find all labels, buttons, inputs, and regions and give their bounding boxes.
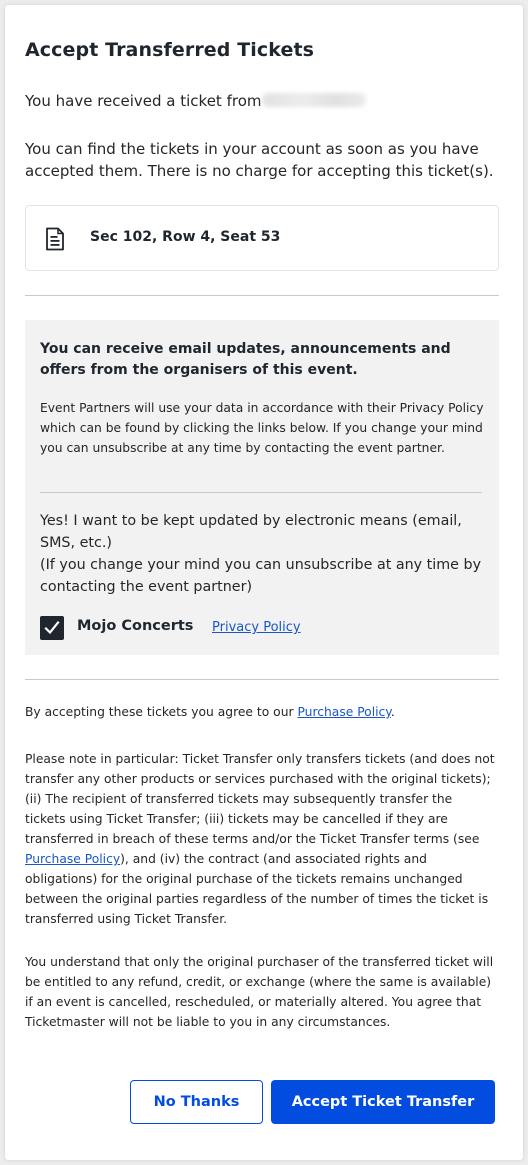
modal-title: Accept Transferred Tickets xyxy=(25,39,315,61)
purchase-policy-link[interactable]: Purchase Policy xyxy=(25,852,120,866)
received-text: You have received a ticket from xyxy=(25,92,262,110)
divider xyxy=(25,295,499,296)
ticket-card: Sec 102, Row 4, Seat 53 xyxy=(25,205,499,271)
opt-in-heading: You can receive email updates, announcem… xyxy=(40,341,451,378)
agreement-text: By accepting these tickets you agree to … xyxy=(25,705,395,719)
received-line: You have received a ticket from xyxy=(25,92,366,110)
agreement-suffix: . xyxy=(390,705,395,719)
liability-text: You understand that only the original pu… xyxy=(25,955,494,1029)
note-text: Please note in particular: Ticket Transf… xyxy=(25,752,495,846)
opt-in-description: Event Partners will use your data in acc… xyxy=(40,401,484,455)
organiser-privacy-link[interactable]: Privacy Policy xyxy=(212,620,301,635)
seat-info: Sec 102, Row 4, Seat 53 xyxy=(90,229,281,245)
organiser-name: Mojo Concerts xyxy=(77,618,194,634)
divider xyxy=(25,679,499,680)
purchase-policy-link[interactable]: Purchase Policy xyxy=(297,705,390,719)
consent-text: Yes! I want to be kept updated by electr… xyxy=(40,510,485,598)
divider xyxy=(40,492,482,493)
redacted-sender-name xyxy=(261,93,366,107)
consent-line: Yes! I want to be kept updated by electr… xyxy=(40,513,462,551)
document-icon xyxy=(45,227,65,251)
agreement-prefix: By accepting these tickets you agree to … xyxy=(25,705,298,719)
find-tickets-text: You can find the tickets in your account… xyxy=(25,140,494,180)
transfer-terms-note: Please note in particular: Ticket Transf… xyxy=(25,749,495,929)
consent-note: (If you change your mind you can unsubsc… xyxy=(40,557,482,595)
marketing-opt-in-panel: You can receive email updates, announcem… xyxy=(25,320,499,655)
no-thanks-button[interactable]: No Thanks xyxy=(130,1080,263,1124)
checkmark-icon xyxy=(44,620,60,635)
accept-transfer-button[interactable]: Accept Ticket Transfer xyxy=(271,1080,495,1124)
transfer-modal: Accept Transferred Tickets You have rece… xyxy=(5,5,523,1160)
organiser-consent-checkbox[interactable] xyxy=(40,616,64,640)
